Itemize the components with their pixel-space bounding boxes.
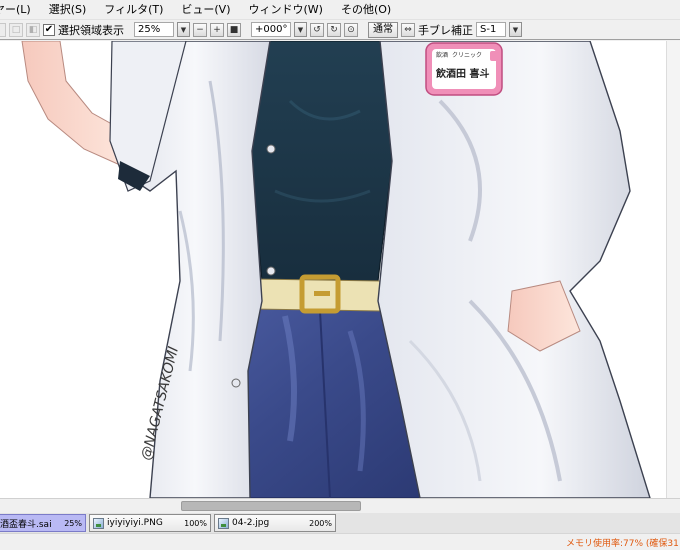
tab-document-1-name: 酒盃春斗.sai bbox=[0, 519, 52, 530]
menu-layer[interactable]: ヤー(L) bbox=[0, 0, 40, 20]
coat-right bbox=[377, 41, 651, 498]
zoom-out-icon[interactable]: − bbox=[193, 22, 207, 37]
name-tag: 飲酒 クリニック 飲酒田 喜斗 bbox=[425, 42, 503, 96]
toolbar: □ ◧ ✔ 選択領域表示 25% ▼ − + ■ +000° ▼ ↺ ↻ ⊙ 通… bbox=[0, 20, 680, 40]
rotate-left-icon[interactable]: ↺ bbox=[310, 22, 324, 37]
zoom-in-icon[interactable]: + bbox=[210, 22, 224, 37]
selection-visible-label: 選択領域表示 bbox=[58, 23, 124, 37]
deselect-button[interactable]: □ bbox=[9, 22, 23, 37]
name-tag-line-3: 飲酒田 喜斗 bbox=[435, 67, 489, 80]
shirt bbox=[249, 41, 393, 282]
menu-filter[interactable]: フィルタ(T) bbox=[95, 0, 172, 20]
flip-horizontal-icon[interactable]: ⇔ bbox=[401, 22, 415, 37]
image-file-icon bbox=[93, 517, 104, 529]
memory-usage-text: メモリ使用率:77% (確保31 bbox=[566, 539, 679, 549]
tab-document-2-zoom: 100% bbox=[184, 518, 207, 528]
document-tabs: 酒盃春斗.sai 25% iyiyiyiyi.PNG 100% 04-2.jpg… bbox=[0, 513, 680, 533]
menu-bar: ヤー(L) 選択(S) フィルタ(T) ビュー(V) ウィンドウ(W) その他(… bbox=[0, 0, 680, 20]
status-bar: メモリ使用率:77% (確保31 bbox=[0, 533, 680, 550]
tab-document-2-name: iyiyiyiyi.PNG bbox=[107, 518, 163, 528]
vertical-scrollbar[interactable] bbox=[666, 41, 680, 498]
zoom-dropdown-icon[interactable]: ▼ bbox=[177, 22, 190, 37]
tab-document-1[interactable]: 酒盃春斗.sai 25% bbox=[0, 514, 86, 532]
rotation-dropdown-icon[interactable]: ▼ bbox=[294, 22, 307, 37]
name-tag-line-2: クリニック bbox=[452, 52, 482, 59]
rotation-field[interactable]: +000° bbox=[251, 22, 291, 37]
horizontal-scrollbar-thumb[interactable] bbox=[181, 501, 361, 511]
illustration: 飲酒 クリニック 飲酒田 喜斗 @NAGATSAKOMI bbox=[21, 41, 651, 498]
tab-document-1-zoom: 25% bbox=[64, 518, 82, 528]
drawing-canvas[interactable]: 飲酒 クリニック 飲酒田 喜斗 @NAGATSAKOMI bbox=[0, 41, 666, 498]
image-file-icon bbox=[218, 517, 229, 529]
rotation-reset-icon[interactable]: ⊙ bbox=[344, 22, 358, 37]
horizontal-scrollbar[interactable] bbox=[0, 498, 680, 513]
zoom-reset-icon[interactable]: ■ bbox=[227, 22, 241, 37]
menu-window[interactable]: ウィンドウ(W) bbox=[240, 0, 332, 20]
stabilizer-dropdown-icon[interactable]: ▼ bbox=[509, 22, 522, 37]
tab-document-2[interactable]: iyiyiyiyi.PNG 100% bbox=[89, 514, 211, 532]
stabilizer-label: 手ブレ補正 bbox=[418, 23, 473, 37]
rotate-right-icon[interactable]: ↻ bbox=[327, 22, 341, 37]
blend-mode-button[interactable]: 通常 bbox=[368, 21, 398, 38]
stabilizer-field[interactable]: S-1 bbox=[476, 22, 506, 37]
name-tag-line-1: 飲酒 bbox=[436, 51, 448, 59]
tab-document-3-name: 04-2.jpg bbox=[232, 518, 270, 528]
selection-visible-checkbox[interactable]: ✔ bbox=[43, 23, 55, 36]
invert-selection-button[interactable]: ◧ bbox=[26, 22, 40, 37]
menu-selection[interactable]: 選択(S) bbox=[40, 0, 96, 20]
zoom-field[interactable]: 25% bbox=[134, 22, 174, 37]
toolbar-button-clipped[interactable] bbox=[0, 22, 6, 37]
tab-document-3[interactable]: 04-2.jpg 200% bbox=[214, 514, 336, 532]
menu-view[interactable]: ビュー(V) bbox=[172, 0, 239, 20]
tab-document-3-zoom: 200% bbox=[309, 518, 332, 528]
menu-other[interactable]: その他(O) bbox=[332, 0, 400, 20]
